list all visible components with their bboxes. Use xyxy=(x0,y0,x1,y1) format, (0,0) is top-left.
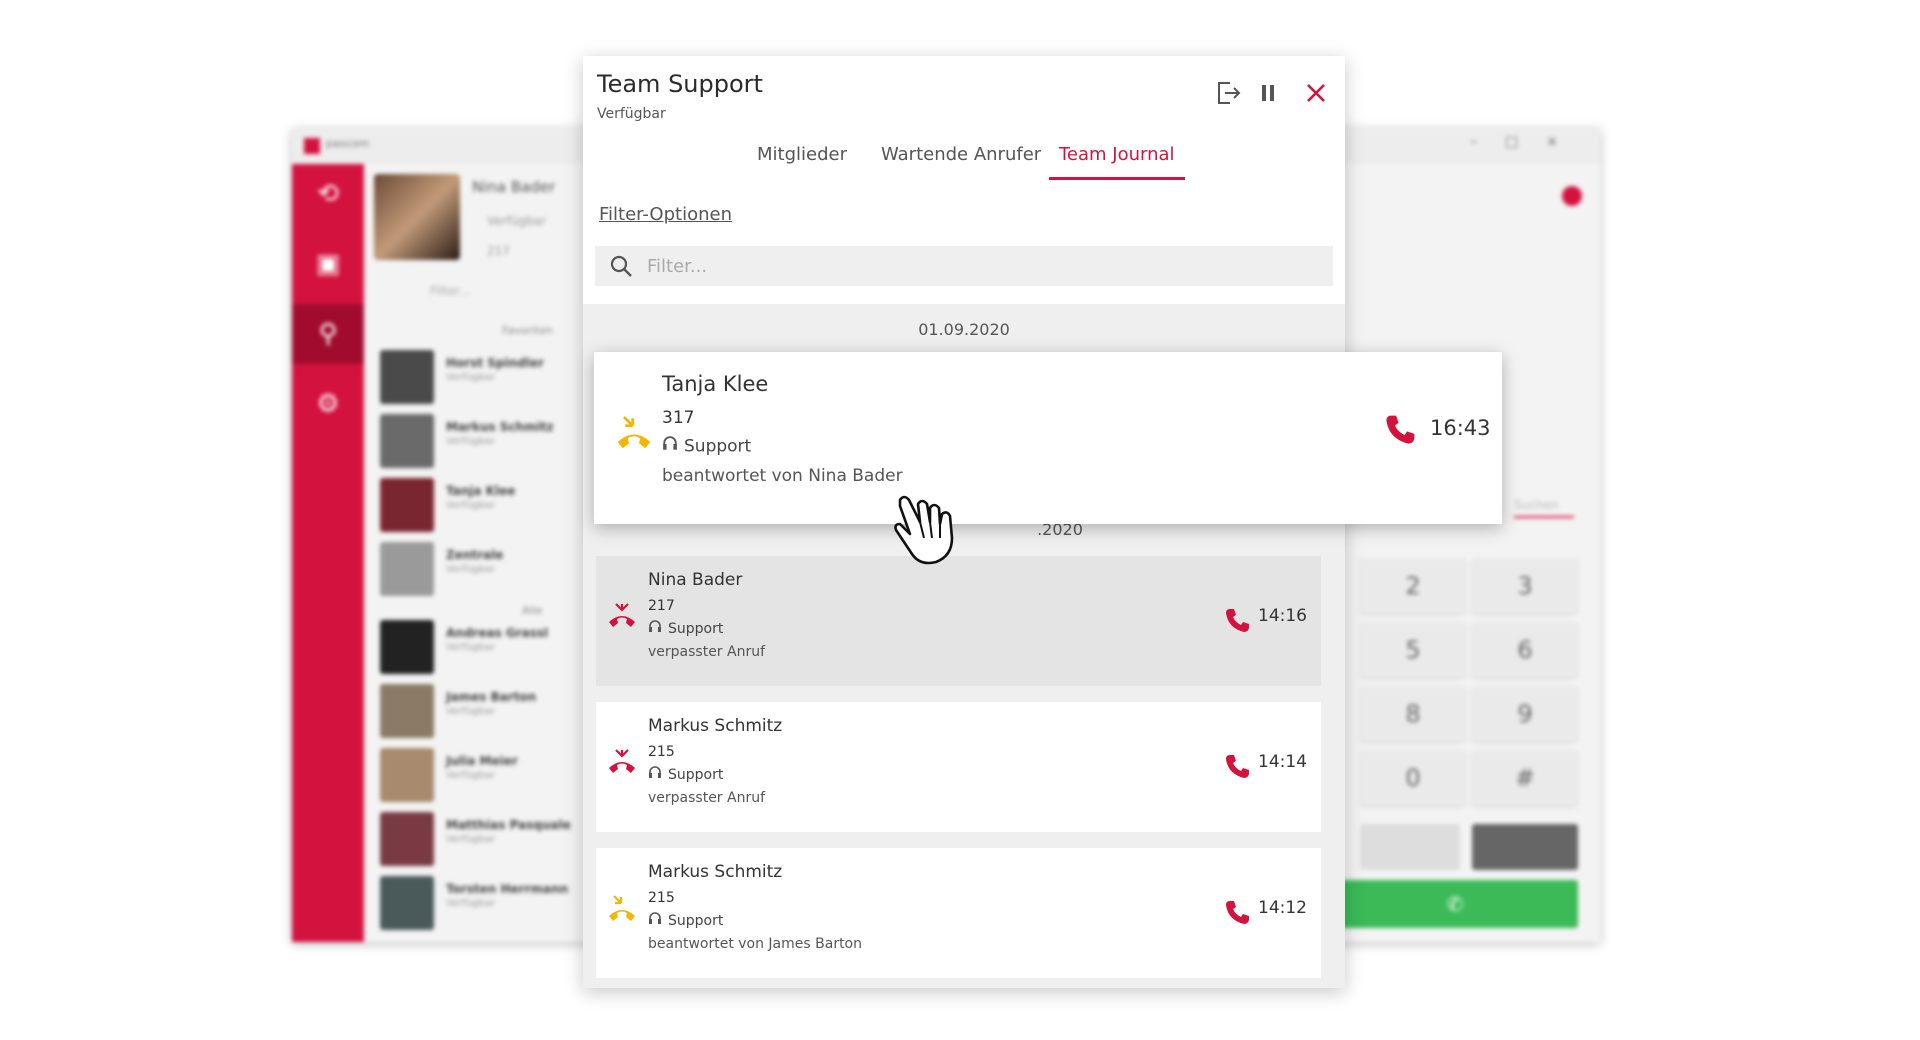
contact-item[interactable]: Matthias Pasquale Verfügbar xyxy=(380,812,600,868)
history-icon[interactable]: ⟲ xyxy=(292,164,364,224)
tab-waiting-callers[interactable]: Wartende Anrufer xyxy=(871,144,1051,180)
headset-icon xyxy=(648,912,662,930)
call-time: 14:14 xyxy=(1258,752,1307,772)
call-info: beantwortet von Nina Bader xyxy=(662,466,903,486)
profile-status: Verfügbar xyxy=(487,214,546,228)
dial-key[interactable]: 5 xyxy=(1360,622,1466,678)
hand-cursor-icon xyxy=(890,492,970,572)
highlighted-journal-entry[interactable]: Tanja Klee 317 Support beantwortet von N… xyxy=(594,352,1502,524)
filter-options-link[interactable]: Filter-Optionen xyxy=(599,204,732,225)
search-nav-icon[interactable]: ⚲ xyxy=(292,304,364,364)
bg-action-button[interactable] xyxy=(1360,824,1460,870)
team-name: Support xyxy=(668,621,724,637)
profile-name: Nina Bader xyxy=(472,178,556,196)
journal-entry[interactable]: Markus Schmitz 215 Support beantwortet v… xyxy=(596,848,1321,978)
search-icon xyxy=(609,254,633,282)
app-logo-icon xyxy=(304,138,320,154)
answered-call-icon xyxy=(606,892,638,924)
contact-item[interactable]: James Barton Verfügbar xyxy=(380,684,600,740)
dialog-status: Verfügbar xyxy=(597,106,666,122)
caller-name: Markus Schmitz xyxy=(648,716,783,736)
headset-icon xyxy=(648,766,662,784)
dialog-title: Team Support xyxy=(597,70,763,98)
tab-team-journal[interactable]: Team Journal xyxy=(1049,144,1185,180)
answered-call-icon xyxy=(614,412,654,452)
call-time: 14:16 xyxy=(1258,606,1307,626)
phone-icon[interactable] xyxy=(1224,898,1252,930)
call-button[interactable]: ✆ xyxy=(1332,880,1578,928)
dial-key[interactable]: 0 xyxy=(1360,750,1466,806)
journal-entry[interactable]: Nina Bader 217 Support verpasster Anruf … xyxy=(596,556,1321,686)
contact-item[interactable]: Markus Schmitz Verfügbar xyxy=(380,414,600,470)
tab-members[interactable]: Mitglieder xyxy=(747,144,857,180)
logout-icon[interactable] xyxy=(1213,78,1243,108)
caller-extension: 215 xyxy=(648,890,675,906)
missed-call-icon xyxy=(606,746,638,778)
bg-right-search[interactable]: Suchen xyxy=(1514,498,1574,518)
status-dot-icon[interactable] xyxy=(1562,186,1582,206)
team-label: Support xyxy=(648,912,723,930)
caller-name: Nina Bader xyxy=(648,570,743,590)
dial-key[interactable]: 2 xyxy=(1360,558,1466,614)
call-info: beantwortet von James Barton xyxy=(648,936,862,952)
dial-key[interactable]: 8 xyxy=(1360,686,1466,742)
pause-icon[interactable] xyxy=(1253,78,1283,108)
missed-call-icon xyxy=(606,600,638,632)
favorites-label: Favoriten xyxy=(502,324,553,337)
contact-item[interactable]: Julia Meier Verfügbar xyxy=(380,748,600,804)
contacts-icon[interactable]: ▣ xyxy=(292,234,364,294)
team-label: Support xyxy=(648,766,723,784)
close-icon[interactable] xyxy=(1301,78,1331,108)
call-info: verpasster Anruf xyxy=(648,644,766,660)
search-field[interactable] xyxy=(595,246,1333,286)
team-label: Support xyxy=(648,620,723,638)
tab-bar: Mitglieder Wartende Anrufer Team Journal xyxy=(583,130,1345,182)
headset-icon xyxy=(648,620,662,638)
dialog-header: Team Support Verfügbar xyxy=(583,56,1345,130)
phone-icon[interactable] xyxy=(1224,606,1252,638)
team-label: Support xyxy=(662,436,751,457)
dial-key[interactable]: 9 xyxy=(1472,686,1578,742)
bg-sidebar: ⟲ ▣ ⚲ ⚙ xyxy=(292,164,364,942)
video-button[interactable] xyxy=(1472,824,1578,870)
contact-item[interactable]: Horst Spindler Verfügbar xyxy=(380,350,600,406)
search-input[interactable] xyxy=(647,246,1317,286)
avatar xyxy=(374,174,460,260)
phone-icon[interactable] xyxy=(1384,412,1418,450)
phone-icon[interactable] xyxy=(1224,752,1252,784)
settings-icon[interactable]: ⚙ xyxy=(292,374,364,434)
contact-item[interactable]: Tanja Klee Verfügbar xyxy=(380,478,600,534)
call-time: 14:12 xyxy=(1258,898,1307,918)
call-info: verpasster Anruf xyxy=(648,790,766,806)
app-logo-text: pascom xyxy=(326,137,369,150)
window-controls[interactable]: –□× xyxy=(1470,134,1586,150)
journal-entry[interactable]: Markus Schmitz 215 Support verpasster An… xyxy=(596,702,1321,832)
team-name: Support xyxy=(684,436,752,457)
team-name: Support xyxy=(668,767,724,783)
contact-item[interactable]: Andreas Grassl Verfügbar xyxy=(380,620,600,676)
headset-icon xyxy=(662,436,678,457)
date-separator: 01.09.2020 xyxy=(918,320,1010,339)
dial-key[interactable]: 3 xyxy=(1472,558,1578,614)
filter-area: Filter-Optionen xyxy=(583,182,1345,304)
profile-extension: 217 xyxy=(487,244,510,258)
all-label: Alle xyxy=(522,604,543,617)
contact-item[interactable]: Zentrale Verfügbar xyxy=(380,542,600,598)
call-time: 16:43 xyxy=(1430,416,1491,440)
team-name: Support xyxy=(668,913,724,929)
caller-name: Markus Schmitz xyxy=(648,862,783,882)
caller-extension: 217 xyxy=(648,598,675,614)
dial-key[interactable]: # xyxy=(1472,750,1578,806)
caller-extension: 215 xyxy=(648,744,675,760)
caller-extension: 317 xyxy=(662,408,695,428)
dial-key[interactable]: 6 xyxy=(1472,622,1578,678)
contact-item[interactable]: Torsten Herrmann Verfügbar xyxy=(380,876,600,932)
caller-name: Tanja Klee xyxy=(662,372,769,396)
